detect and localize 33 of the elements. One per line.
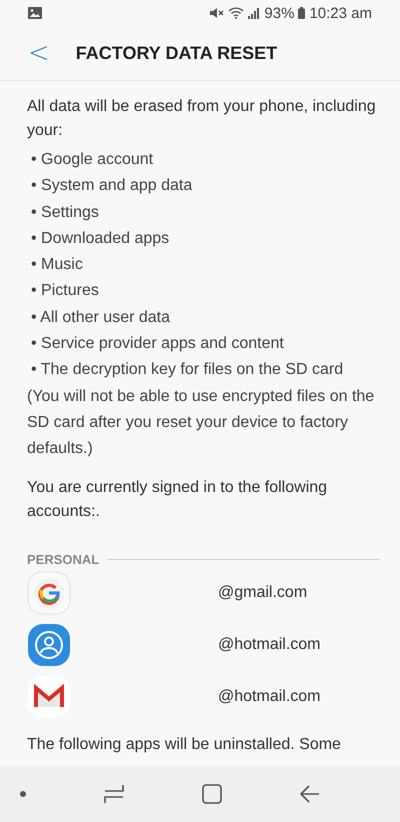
home-icon[interactable] [202,784,222,804]
mail-icon [27,674,71,719]
list-item: • Service provider apps and content [31,334,285,354]
wifi-icon [228,7,244,19]
note-text: (You will not be able to use encrypted files on the SD card after you reset your device to factory defaults.) [27,386,376,459]
section-header: PERSONAL [27,552,100,567]
account-email: @gmail.com [218,584,308,602]
signal-icon [248,7,260,19]
mute-icon [210,7,224,19]
clock: 10:23 am [309,4,372,22]
list-item: • System and app data [31,176,194,196]
list-item: • Google account [31,150,154,170]
screen-title: FACTORY DATA RESET [76,42,278,64]
apps-text: The following apps will be uninstalled. Some [27,734,342,755]
back-button[interactable]: < [22,36,56,70]
account-email: @hotmail.com [218,636,320,654]
list-item: • Downloaded apps [31,228,170,249]
list-item: • Music [31,255,84,276]
recent-apps-icon[interactable] [104,784,124,804]
battery-percentage: 93% [264,4,294,22]
account-email: @hotmail.com [218,688,320,706]
battery-icon [298,7,306,19]
profile-icon [27,622,71,667]
list-item: • The decryption key for files on the SD card [31,360,344,380]
dot-icon[interactable] [20,791,26,797]
intro-text: All data will be erased from your phone, including your: [27,97,377,141]
accounts-text: You are currently signed in to the following accounts:. [27,478,328,522]
list-item: • Pictures [31,281,100,302]
google-g-icon [27,570,71,615]
gallery-icon [28,7,42,19]
list-item: • Settings [31,202,100,223]
list-item: • All other user data [31,308,172,328]
back-icon[interactable] [300,785,320,803]
